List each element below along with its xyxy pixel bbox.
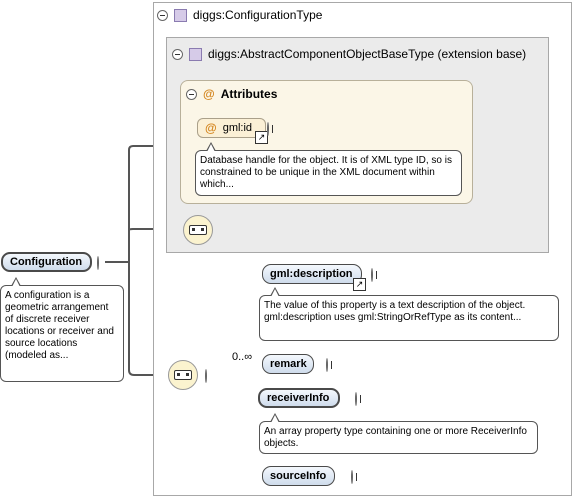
extension-header: diggs:AbstractComponentObjectBaseType (e…	[172, 47, 526, 61]
element-label: gml:description	[270, 268, 353, 280]
collapse-icon[interactable]	[97, 256, 99, 270]
element-gml-description-doc: The value of this property is a text des…	[259, 287, 559, 341]
expand-icon[interactable]	[355, 392, 357, 406]
attribute-gml-id-doc: Database handle for the object. It is of…	[195, 142, 462, 196]
occurrence-label: 0..∞	[232, 351, 253, 363]
sequence-compositor-icon[interactable]	[183, 215, 213, 245]
attributes-label: Attributes	[220, 87, 278, 101]
element-label: receiverInfo	[267, 392, 330, 404]
element-receiverinfo[interactable]: receiverInfo	[258, 388, 340, 408]
reference-arrow-icon: ↗	[353, 278, 366, 291]
root-element-doc: A configuration is a geometric arrangeme…	[0, 277, 124, 382]
sequence-compositor-icon[interactable]	[168, 360, 198, 390]
root-element-configuration[interactable]: Configuration	[1, 252, 92, 272]
complex-type-label: diggs:ConfigurationType	[193, 8, 323, 22]
attributes-header: @ Attributes	[186, 87, 277, 101]
element-sourceinfo[interactable]: sourceInfo	[262, 466, 335, 486]
expand-icon[interactable]	[267, 122, 269, 136]
element-remark[interactable]: remark	[262, 354, 314, 374]
element-gml-description[interactable]: gml:description	[262, 264, 362, 284]
collapse-icon[interactable]	[157, 9, 168, 21]
attribute-icon: @	[205, 121, 217, 135]
expand-icon[interactable]	[351, 470, 353, 484]
type-icon	[174, 8, 187, 22]
element-receiverinfo-doc: An array property type containing one or…	[259, 413, 538, 454]
expand-icon[interactable]	[326, 358, 328, 372]
extension-label: diggs:AbstractComponentObjectBaseType (e…	[208, 47, 527, 61]
element-label: remark	[270, 358, 307, 370]
attribute-icon: @	[203, 87, 215, 101]
collapse-icon[interactable]	[186, 88, 197, 100]
element-label: sourceInfo	[270, 470, 327, 482]
type-icon	[189, 47, 202, 61]
complex-type-header: diggs:ConfigurationType	[157, 8, 322, 22]
collapse-icon[interactable]	[172, 48, 183, 60]
collapse-icon[interactable]	[205, 369, 207, 383]
expand-icon[interactable]	[371, 268, 373, 282]
root-element-label: Configuration	[10, 256, 83, 268]
attribute-label: gml:id	[222, 122, 253, 134]
reference-arrow-icon: ↗	[255, 131, 268, 144]
